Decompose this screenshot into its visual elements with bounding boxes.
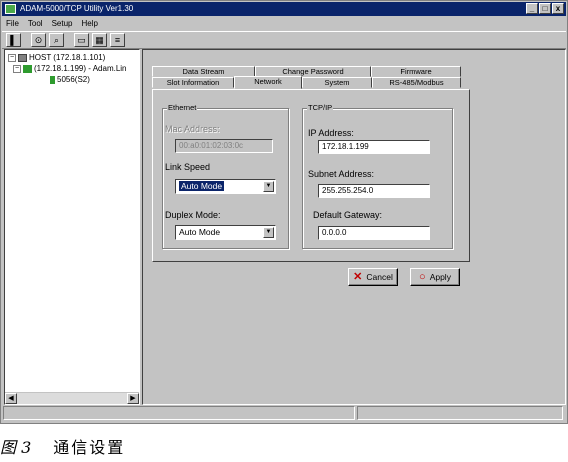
cancel-label: Cancel bbox=[366, 272, 393, 282]
tree-node-module[interactable]: 5056(S2) bbox=[50, 75, 90, 84]
module-icon bbox=[50, 75, 55, 84]
menu-setup[interactable]: Setup bbox=[52, 17, 73, 30]
collapse-icon[interactable]: − bbox=[8, 53, 16, 62]
status-pane-secondary bbox=[357, 406, 563, 420]
figure-number: 图 3 bbox=[0, 438, 32, 457]
link-speed-value: Auto Mode bbox=[179, 181, 225, 191]
maximize-button[interactable]: □ bbox=[539, 3, 551, 14]
monitor-icon[interactable]: ▦ bbox=[92, 33, 107, 47]
tab-network[interactable]: Network bbox=[234, 76, 302, 89]
computer-icon bbox=[18, 53, 27, 62]
title-bar[interactable]: ADAM-5000/TCP Utility Ver1.30 _ □ x bbox=[2, 2, 566, 16]
tab-firmware[interactable]: Firmware bbox=[371, 66, 461, 77]
tree-node-network[interactable]: − (172.18.1.199) - Adam.Lin bbox=[13, 64, 127, 73]
device-tree: − HOST (172.18.1.101) − (172.18.1.199) -… bbox=[4, 49, 140, 405]
close-button[interactable]: x bbox=[552, 3, 564, 14]
menu-file[interactable]: File bbox=[6, 17, 19, 30]
tree-host-label: HOST (172.18.1.101) bbox=[29, 53, 106, 62]
tree-network-label: (172.18.1.199) - Adam.Lin bbox=[34, 64, 127, 73]
app-icon bbox=[5, 4, 16, 14]
window-title: ADAM-5000/TCP Utility Ver1.30 bbox=[20, 4, 134, 13]
scroll-right-icon[interactable]: ▶ bbox=[127, 393, 139, 404]
mac-address-field: 00:a0:01:02:03:0c bbox=[175, 139, 273, 153]
tree-horizontal-scrollbar[interactable]: ◀ ▶ bbox=[5, 392, 139, 404]
duplex-mode-select[interactable]: Auto Mode ▼ bbox=[175, 225, 276, 240]
minimize-button[interactable]: _ bbox=[526, 3, 538, 14]
tree-node-host[interactable]: − HOST (172.18.1.101) bbox=[8, 53, 105, 62]
menu-tool[interactable]: Tool bbox=[28, 17, 43, 30]
menu-bar: File Tool Setup Help bbox=[2, 17, 566, 30]
link-speed-label: Link Speed bbox=[165, 162, 211, 172]
chevron-down-icon[interactable]: ▼ bbox=[263, 227, 274, 238]
default-gateway-label: Default Gateway: bbox=[313, 210, 383, 220]
ethernet-group-title: Ethernet bbox=[167, 103, 198, 112]
apply-label: Apply bbox=[429, 272, 451, 282]
ip-address-label: IP Address: bbox=[308, 128, 354, 138]
window-controls: _ □ x bbox=[526, 3, 564, 14]
terminal-icon[interactable]: ≡ bbox=[110, 33, 125, 47]
default-gateway-field[interactable]: 0.0.0.0 bbox=[318, 226, 430, 240]
duplex-mode-label: Duplex Mode: bbox=[165, 210, 221, 220]
subnet-address-field[interactable]: 255.255.254.0 bbox=[318, 184, 430, 198]
apply-button[interactable]: ○ Apply bbox=[410, 268, 460, 286]
tcpip-group-title: TCP/IP bbox=[307, 103, 334, 112]
tab-rs485-modbus[interactable]: RS-485/Modbus bbox=[372, 77, 461, 88]
cancel-button[interactable]: ✕ Cancel bbox=[348, 268, 398, 286]
tab-slot-information[interactable]: Slot Information bbox=[152, 77, 234, 88]
figure-caption: 图 3 通信设置 bbox=[0, 434, 125, 458]
network-icon bbox=[23, 64, 32, 73]
subnet-address-label: Subnet Address: bbox=[308, 169, 375, 179]
exit-icon[interactable]: ▌ bbox=[6, 33, 21, 47]
chevron-down-icon[interactable]: ▼ bbox=[263, 181, 274, 192]
cancel-icon: ✕ bbox=[353, 271, 363, 283]
link-speed-select[interactable]: Auto Mode ▼ bbox=[175, 179, 276, 194]
open-icon[interactable]: ▭ bbox=[74, 33, 89, 47]
duplex-mode-value: Auto Mode bbox=[179, 227, 221, 237]
status-bar bbox=[1, 405, 565, 422]
menu-help[interactable]: Help bbox=[81, 17, 97, 30]
zoom-icon[interactable]: ⌕ bbox=[49, 33, 64, 47]
apply-icon: ○ bbox=[419, 271, 426, 283]
caption-text: 通信设置 bbox=[53, 438, 126, 457]
toolbar: ▌ ⊙ ⌕ ▭ ▦ ≡ bbox=[2, 31, 566, 49]
scroll-left-icon[interactable]: ◀ bbox=[5, 393, 17, 404]
collapse-icon[interactable]: − bbox=[13, 64, 21, 73]
tree-module-label: 5056(S2) bbox=[57, 75, 90, 84]
status-pane-main bbox=[3, 406, 355, 420]
ip-address-field[interactable]: 172.18.1.199 bbox=[318, 140, 430, 154]
mac-address-label: Mac Address: bbox=[165, 124, 220, 134]
search-icon[interactable]: ⊙ bbox=[31, 33, 46, 47]
tab-system[interactable]: System bbox=[302, 77, 372, 88]
